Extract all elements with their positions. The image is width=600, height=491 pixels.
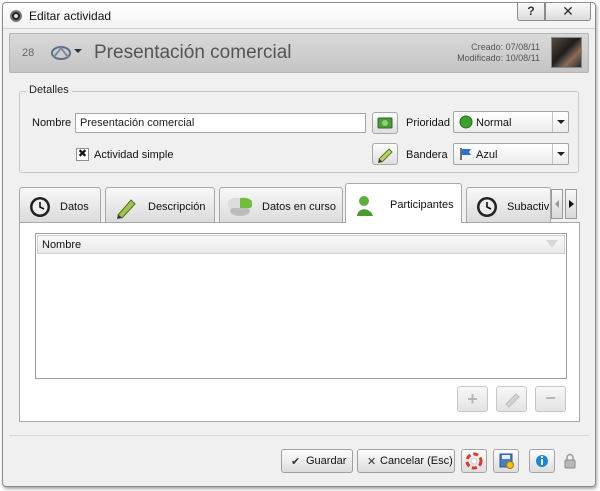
- money-icon: [377, 117, 393, 129]
- app-icon: [10, 10, 22, 22]
- tab-strip: Datos Descripción Datos en curso Partici…: [19, 183, 580, 223]
- money-button[interactable]: [372, 112, 398, 134]
- avatar: [551, 37, 582, 68]
- check-icon: ✔: [291, 456, 301, 468]
- tab-datos-en-curso[interactable]: Datos en curso: [219, 187, 343, 223]
- tab-descripcion[interactable]: Descripción: [105, 187, 215, 223]
- close-icon: ✕: [367, 456, 377, 468]
- tab-subactividades[interactable]: Subactiv: [466, 187, 551, 223]
- tab-label: Subactiv: [507, 201, 550, 213]
- record-dates: Creado: 07/08/11 Modificado: 10/08/11: [457, 42, 540, 64]
- save-to-disk-button[interactable]: [493, 449, 519, 473]
- name-label: Nombre: [32, 117, 72, 129]
- edit-activity-window: Editar actividad ? ✕ 28 Presentación com…: [2, 2, 596, 487]
- help-lifebuoy-button[interactable]: [461, 449, 487, 473]
- tab-participantes[interactable]: Participantes: [345, 183, 462, 223]
- flag-icon: [460, 148, 471, 160]
- column-header-nombre[interactable]: Nombre: [42, 239, 81, 251]
- pencil-icon: [505, 393, 520, 408]
- details-group: Detalles Nombre Presentación comercial ✖…: [19, 84, 579, 173]
- chevron-down-icon: [74, 49, 82, 53]
- info-button[interactable]: [529, 449, 555, 473]
- info-icon: [536, 455, 548, 467]
- save-button[interactable]: ✔ Guardar: [281, 449, 353, 473]
- priority-label: Prioridad: [406, 117, 451, 129]
- participants-panel: Nombre + −: [19, 222, 580, 422]
- created-date: Creado: 07/08/11: [471, 42, 540, 52]
- save-label: Guardar: [306, 455, 347, 467]
- tab-scroll-right-button[interactable]: [565, 189, 577, 219]
- tab-datos[interactable]: Datos: [19, 187, 101, 223]
- window-title: Editar actividad: [29, 9, 112, 23]
- priority-dot-icon: [459, 115, 473, 129]
- grid-header[interactable]: Nombre: [37, 235, 565, 254]
- pie-chart-icon: [228, 197, 252, 216]
- chevron-down-icon[interactable]: [552, 144, 568, 164]
- page-title: Presentación comercial: [94, 42, 292, 63]
- priority-value: Normal: [476, 117, 512, 129]
- tab-label: Datos en curso: [262, 201, 336, 213]
- remove-participant-button[interactable]: −: [535, 386, 566, 412]
- details-legend: Detalles: [26, 84, 72, 96]
- flag-label: Bandera: [406, 149, 448, 161]
- tab-scroll-left-button[interactable]: [551, 189, 563, 219]
- name-field[interactable]: Presentación comercial: [75, 113, 366, 133]
- footer-separator: [9, 435, 589, 436]
- tab-label: Participantes: [390, 199, 454, 211]
- save-disk-icon: [499, 453, 514, 469]
- lifebuoy-icon: [465, 452, 483, 470]
- filter-icon[interactable]: [546, 240, 558, 248]
- edit-participant-button[interactable]: [496, 386, 527, 412]
- clock-icon: [30, 197, 50, 217]
- record-id: 28: [22, 47, 35, 59]
- record-header: 28 Presentación comercial Creado: 07/08/…: [9, 33, 589, 73]
- modified-date: Modificado: 10/08/11: [457, 53, 540, 63]
- flag-value: Azul: [476, 149, 498, 161]
- cancel-label: Cancelar (Esc): [380, 455, 453, 467]
- title-bar: Editar actividad ? ✕: [3, 3, 595, 29]
- tab-label: Datos: [60, 201, 89, 213]
- pencil-icon: [378, 148, 393, 163]
- flag-select[interactable]: Azul: [453, 143, 569, 165]
- simple-activity-label: Actividad simple: [94, 149, 174, 161]
- clock-icon: [477, 197, 497, 217]
- chevron-down-icon[interactable]: [552, 112, 568, 132]
- simple-activity-checkbox[interactable]: ✖: [76, 148, 89, 161]
- person-icon: [357, 196, 373, 216]
- lock-icon: [564, 453, 576, 469]
- cancel-button[interactable]: ✕ Cancelar (Esc): [357, 449, 455, 473]
- close-button[interactable]: ✕: [545, 3, 591, 21]
- participants-grid[interactable]: Nombre: [35, 233, 567, 379]
- activity-type-dropdown[interactable]: [50, 41, 84, 65]
- add-participant-button[interactable]: +: [457, 386, 488, 412]
- activity-type-icon: [51, 46, 71, 60]
- pencil-icon: [117, 199, 136, 219]
- priority-select[interactable]: Normal: [453, 111, 569, 133]
- edit-pencil-button[interactable]: [372, 143, 398, 165]
- tab-label: Descripción: [148, 201, 206, 213]
- help-button[interactable]: ?: [517, 3, 545, 21]
